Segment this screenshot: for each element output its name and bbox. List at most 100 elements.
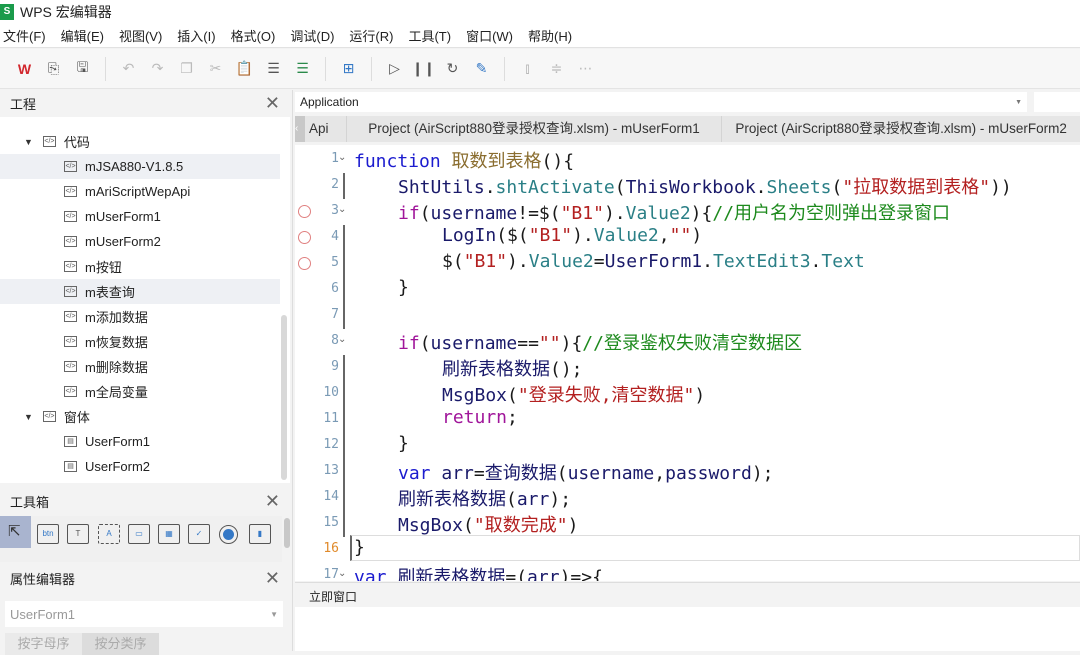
tree-scrollbar[interactable] [281,315,287,480]
indent-icon[interactable]: ☰ [263,58,285,80]
close-icon[interactable]: ✕ [265,491,280,512]
cut-icon[interactable]: ✂ [205,58,227,80]
code-token: ) [691,225,703,246]
reset-icon[interactable]: ↻ [442,58,464,80]
textbox-tool-icon[interactable]: A [98,524,120,544]
menu-item[interactable]: 窗口(W) [463,26,520,45]
object-dropdown[interactable]: Application ▼ [295,92,1027,112]
folder-icon: </> [42,411,56,422]
redo-icon[interactable]: ↷ [147,58,169,80]
outdent-icon[interactable]: ☰ [292,58,314,80]
tree-node[interactable]: ▼ </> 代码 [0,129,280,154]
menu-item[interactable]: 视图(V) [116,26,169,45]
pause-icon[interactable]: ❙❙ [412,58,435,80]
menu-item[interactable]: 运行(R) [346,26,400,45]
fold-chevron-icon[interactable]: ⌄ [338,568,346,579]
module-icon: </> [64,361,77,372]
breakpoint-icon[interactable] [298,205,311,218]
copy-icon[interactable]: ❐ [176,58,198,80]
menu-item[interactable]: 帮助(H) [525,26,579,45]
scrollbar-tool-icon[interactable]: ▮ [249,524,271,544]
tree-node[interactable]: </> m添加数据 [0,304,280,329]
code-token: ){ [560,333,583,354]
paste-icon[interactable]: 📋 [234,58,256,80]
tree-node[interactable]: </> mUserForm2 [0,229,280,254]
listbox-tool-icon[interactable]: ▦ [158,524,180,544]
code-token: 刷新表格数据 [397,567,506,581]
line-number: 17 [323,567,339,581]
code-token: 刷新表格数据 [442,359,550,380]
tree-node[interactable]: </> mUserForm1 [0,204,280,229]
tree-node[interactable]: </> mAriScriptWepApi [0,179,280,204]
run-icon[interactable]: ▷ [384,58,406,80]
expand-triangle-icon[interactable]: ▼ [24,137,33,147]
object-select[interactable]: UserForm1 ▼ [5,601,283,627]
tab-alphabetic[interactable]: 按字母序 [5,633,82,655]
window-title: WPS 宏编辑器 [20,4,112,20]
code-token: Text [821,251,865,272]
tree-node[interactable]: </> m按钮 [0,254,280,279]
code-token: ThisWorkbook [625,177,756,198]
button-tool-icon[interactable]: btn [37,524,59,544]
menu-item[interactable]: 文件(F) [0,26,53,45]
menu-item[interactable]: 编辑(E) [58,26,111,45]
tree-node[interactable]: ▤ UserForm2 [0,454,280,479]
toolbox-scrollbar[interactable] [284,518,290,548]
toolbar: W ⎘ 🖫 ↶ ↷ ❐ ✂ 📋 ☰ ☰ ⊞ ▷ ❙❙ ↻ ✎ ⫾ ≑ ⋯ [0,49,1080,89]
procedure-dropdown[interactable] [1034,92,1080,112]
code-line: if(username==""){//登录鉴权失败清空数据区 [354,329,802,355]
fold-guide [343,407,345,433]
combobox-tool-icon[interactable]: ▭ [128,524,150,544]
tab-categorized[interactable]: 按分类序 [82,633,159,655]
breakpoint-icon[interactable] [298,231,311,244]
pointer-tool[interactable]: ⇱ [0,516,31,548]
tree-node[interactable]: ▤ UserForm1 [0,429,280,454]
menu-item[interactable]: 工具(T) [405,26,458,45]
menu-item[interactable]: 格式(O) [228,26,283,45]
code-token: !=$( [517,203,561,224]
close-icon[interactable]: ✕ [265,93,280,114]
step-into-icon[interactable]: ⫾ [517,58,539,80]
design-mode-icon[interactable]: ✎ [471,58,493,80]
tab-muserform2[interactable]: Project (AirScript880登录授权查询.xlsm) - mUse… [722,116,1080,142]
splitter[interactable] [292,90,293,651]
step-over-icon[interactable]: ≑ [546,58,568,80]
code-token: arr [441,463,474,484]
fold-chevron-icon[interactable]: ⌄ [338,204,346,215]
tab-muserform1[interactable]: Project (AirScript880登录授权查询.xlsm) - mUse… [347,116,723,142]
label-tool-icon[interactable]: T [67,524,89,544]
radio-tool-icon[interactable] [219,525,238,544]
tree-node[interactable]: </> m全局变量 [0,379,280,404]
tree-node-label: mAriScriptWepApi [85,184,191,199]
code-token: username [567,463,655,484]
scroll-left-icon[interactable]: ‹ [295,116,305,142]
code-token: username [430,333,518,354]
tree-node[interactable]: </> m恢复数据 [0,329,280,354]
tree-node[interactable]: ▼ </> 窗体 [0,404,280,429]
undo-icon[interactable]: ↶ [118,58,140,80]
tree-node[interactable]: </> m删除数据 [0,354,280,379]
menu-item[interactable]: 调试(D) [287,26,341,45]
breakpoint-icon[interactable] [298,257,311,270]
fold-chevron-icon[interactable]: ⌄ [338,152,346,163]
code-token: //登录鉴权失败清空数据区 [582,333,802,354]
project-panel-title: 工程 [10,97,37,112]
tree-node-label: m表查询 [85,285,135,300]
tree-node[interactable]: </> m表查询 [0,279,280,304]
immediate-window[interactable]: 立即窗口 [295,582,1080,651]
export-icon[interactable]: ⎘ [43,58,65,80]
expand-triangle-icon[interactable]: ▼ [24,412,33,422]
tab-api[interactable]: Api [305,116,347,142]
save-icon[interactable]: 🖫 [72,58,94,80]
menu-item[interactable]: 插入(I) [174,26,222,45]
step-out-icon[interactable]: ⋯ [575,58,597,80]
wps-icon[interactable]: W [14,58,36,80]
code-token: , [654,463,666,484]
checkbox-tool-icon[interactable]: ✓ [188,524,210,544]
line-number: 8 [331,333,339,348]
code-editor[interactable]: 1 ⌄ function 取数到表格(){2 ShtUtils.shtActivate… [295,145,1080,581]
insert-module-icon[interactable]: ⊞ [338,58,360,80]
tree-node[interactable]: </> mJSA880-V1.8.5 [0,154,280,179]
fold-chevron-icon[interactable]: ⌄ [338,334,346,345]
close-icon[interactable]: ✕ [265,568,280,589]
